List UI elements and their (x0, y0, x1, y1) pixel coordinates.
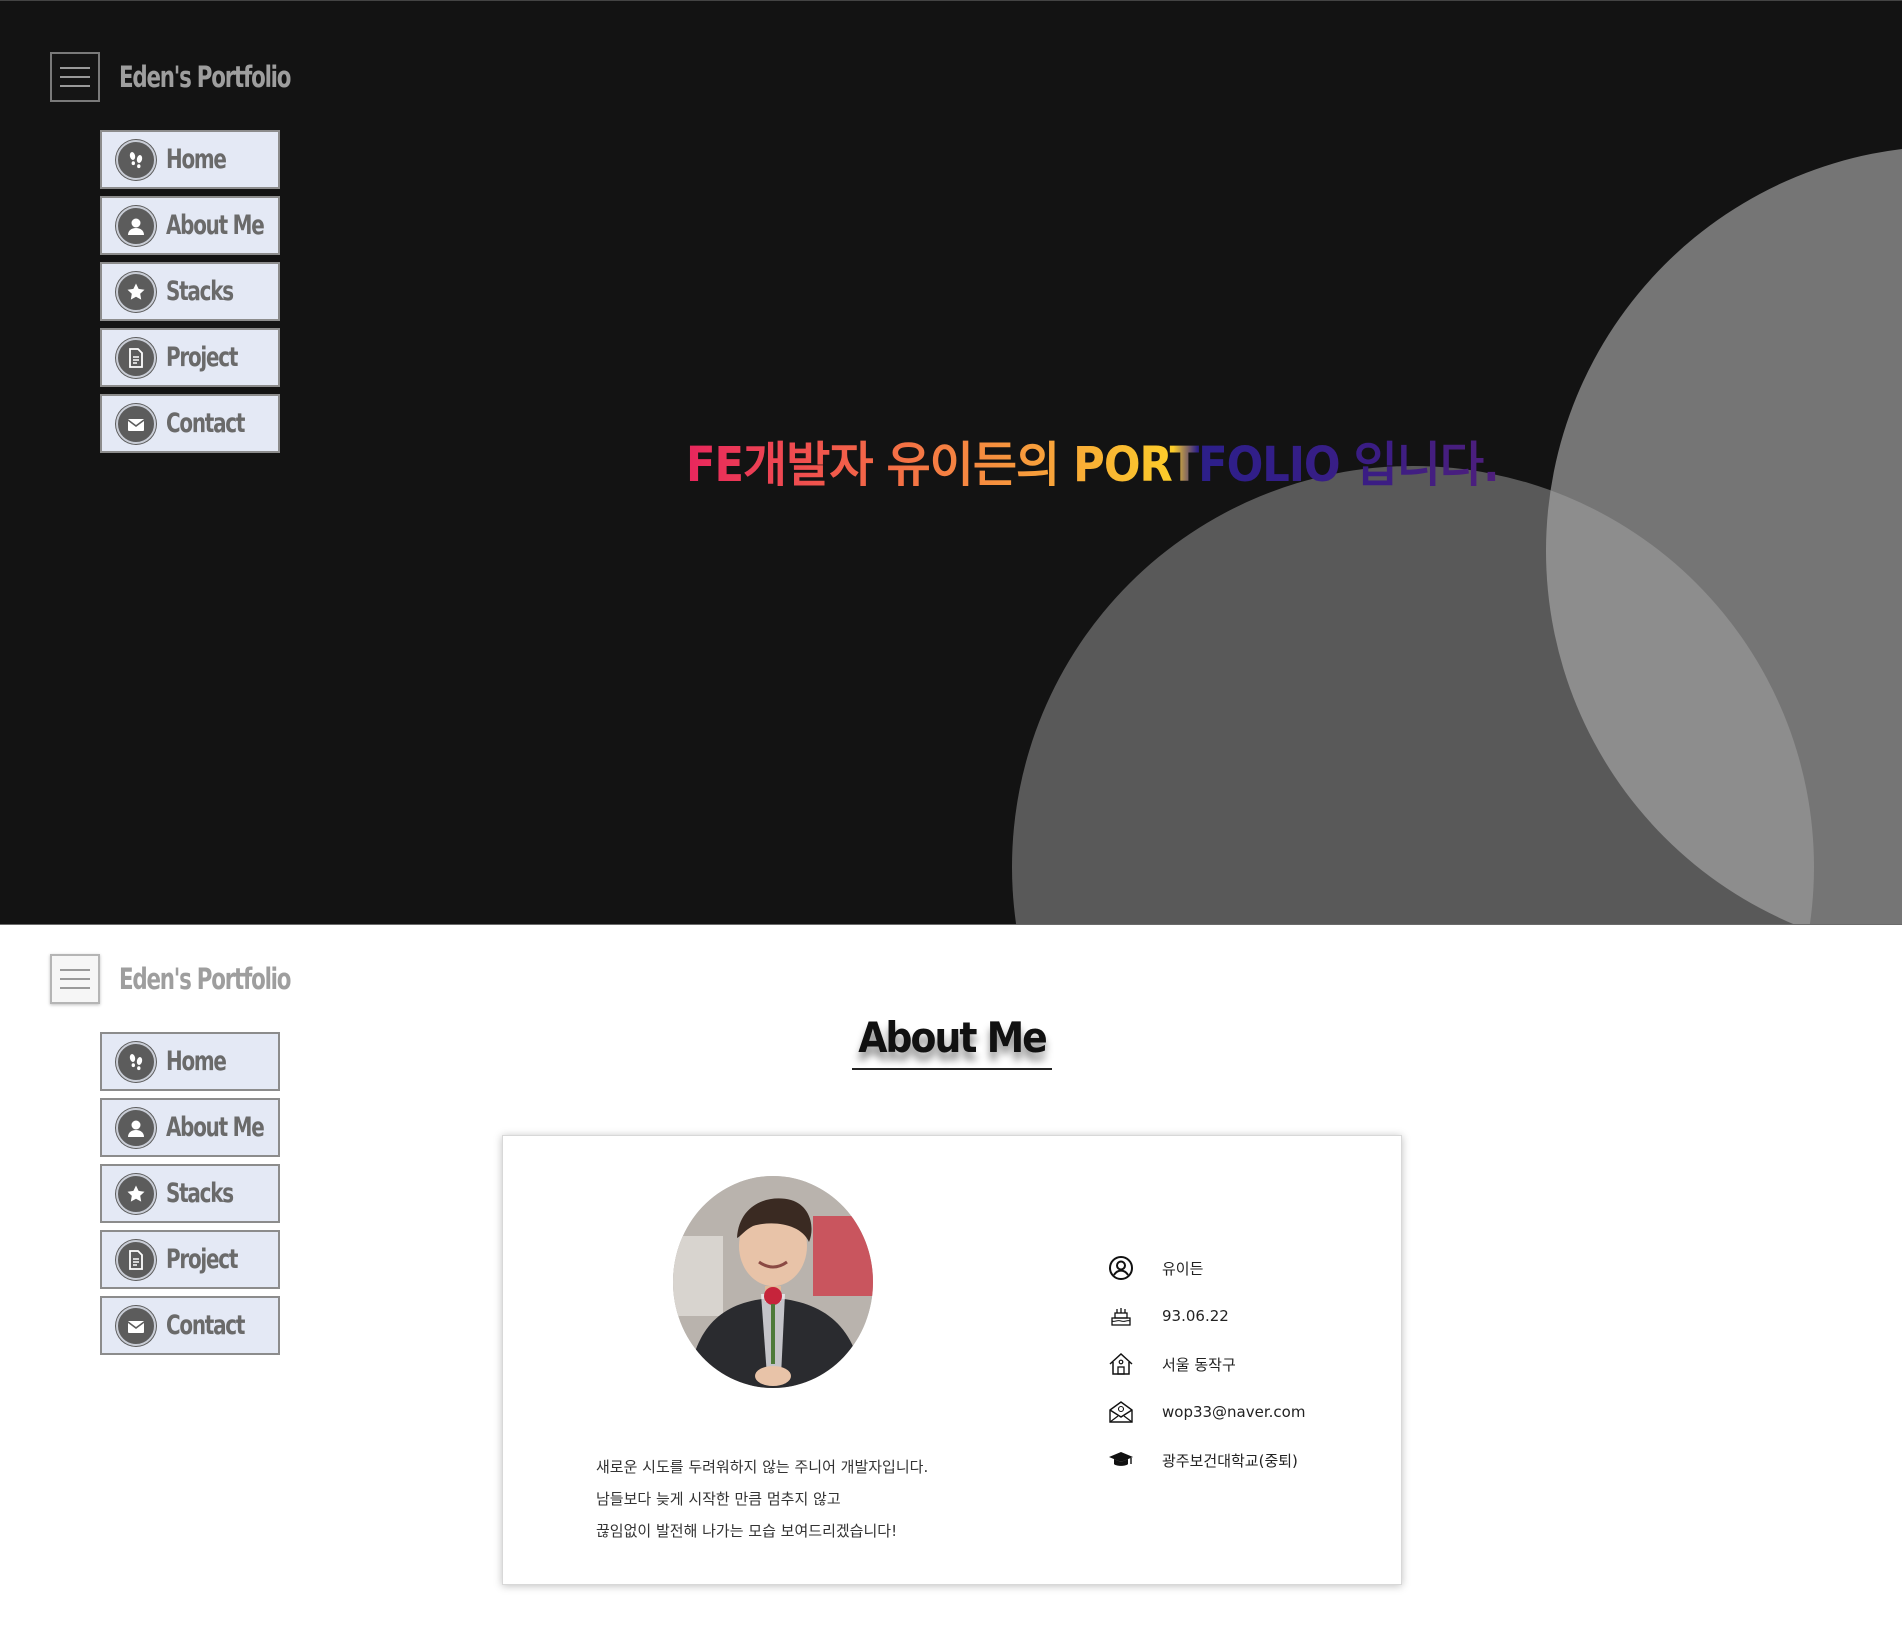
user-icon (116, 205, 156, 246)
menu-label: Home (166, 1046, 227, 1077)
info-address: 서울 동작구 (1162, 1355, 1236, 1374)
menu-item-home[interactable]: Home (100, 1032, 280, 1091)
profile-card: 새로운 시도를 두려워하지 않는 주니어 개발자입니다. 남들보다 늦게 시작한… (502, 1135, 1402, 1585)
site-title[interactable]: Eden's Portfolio (119, 962, 291, 996)
hamburger-menu-button[interactable] (50, 52, 100, 102)
envelope-icon (1108, 1399, 1134, 1425)
about-section: Eden's Portfolio Home About Me Stacks Pr… (0, 925, 1902, 1635)
menu-label: Stacks (166, 276, 234, 307)
info-row-address: 서울 동작구 (1108, 1340, 1368, 1388)
menu-label: Contact (166, 408, 245, 439)
mail-icon (116, 1305, 156, 1346)
profile-photo (673, 1176, 873, 1388)
menu-label: Home (166, 144, 227, 175)
menu-item-stacks[interactable]: Stacks (100, 1164, 280, 1223)
side-menu: Home About Me Stacks Project Contact (100, 130, 280, 460)
menu-item-about[interactable]: About Me (100, 196, 280, 255)
menu-item-contact[interactable]: Contact (100, 1296, 280, 1355)
info-row-birthday: 93.06.22 (1108, 1292, 1368, 1340)
header-bar: Eden's Portfolio (50, 954, 328, 1004)
footprints-icon (116, 1041, 156, 1082)
intro-line: 새로운 시도를 두려워하지 않는 주니어 개발자입니다. (596, 1458, 929, 1476)
side-menu: Home About Me Stacks Project Contact (100, 1032, 280, 1362)
hamburger-menu-button[interactable] (50, 954, 100, 1004)
star-icon (116, 1173, 156, 1214)
info-name: 유이든 (1162, 1259, 1204, 1278)
birthday-cake-icon (1108, 1303, 1134, 1329)
hero-headline: FE개발자 유이든의 PORTFOLIO 입니다. (686, 425, 1499, 495)
menu-item-project[interactable]: Project (100, 1230, 280, 1289)
user-icon (116, 1107, 156, 1148)
star-icon (116, 271, 156, 312)
section-title: About Me (858, 1013, 1048, 1062)
menu-label: About Me (166, 1112, 265, 1143)
info-row-email: wop33@naver.com (1108, 1388, 1368, 1436)
info-birthday: 93.06.22 (1162, 1307, 1229, 1325)
menu-label: About Me (166, 210, 265, 241)
info-row-name: 유이든 (1108, 1244, 1368, 1292)
title-underline (852, 1068, 1052, 1070)
menu-item-project[interactable]: Project (100, 328, 280, 387)
info-education: 광주보건대학교(중퇴) (1162, 1451, 1298, 1470)
menu-label: Project (166, 342, 238, 373)
menu-label: Contact (166, 1310, 245, 1341)
footprints-icon (116, 139, 156, 180)
intro-line: 남들보다 늦게 시작한 만큼 멈추지 않고 (596, 1490, 841, 1508)
document-icon (116, 1239, 156, 1280)
menu-item-home[interactable]: Home (100, 130, 280, 189)
menu-label: Project (166, 1244, 238, 1275)
house-icon (1108, 1351, 1134, 1377)
user-circle-icon (1108, 1255, 1134, 1281)
document-icon (116, 337, 156, 378)
info-email[interactable]: wop33@naver.com (1162, 1403, 1305, 1421)
intro-line: 끊임없이 발전해 나가는 모습 보여드리겠습니다! (596, 1522, 898, 1540)
menu-item-stacks[interactable]: Stacks (100, 262, 280, 321)
info-row-education: 광주보건대학교(중퇴) (1108, 1436, 1368, 1484)
header-bar: Eden's Portfolio (50, 52, 328, 102)
hero-section: Eden's Portfolio Home About Me Stacks Pr… (0, 0, 1902, 925)
menu-item-contact[interactable]: Contact (100, 394, 280, 453)
mail-icon (116, 403, 156, 444)
graduation-cap-icon (1108, 1447, 1134, 1473)
menu-label: Stacks (166, 1178, 234, 1209)
profile-info-list: 유이든 93.06.22 서울 동작구 wop33@naver.com 광주보건… (1108, 1244, 1368, 1484)
menu-item-about[interactable]: About Me (100, 1098, 280, 1157)
site-title[interactable]: Eden's Portfolio (119, 60, 291, 94)
intro-text: 새로운 시도를 두려워하지 않는 주니어 개발자입니다. 남들보다 늦게 시작한… (596, 1451, 1016, 1547)
